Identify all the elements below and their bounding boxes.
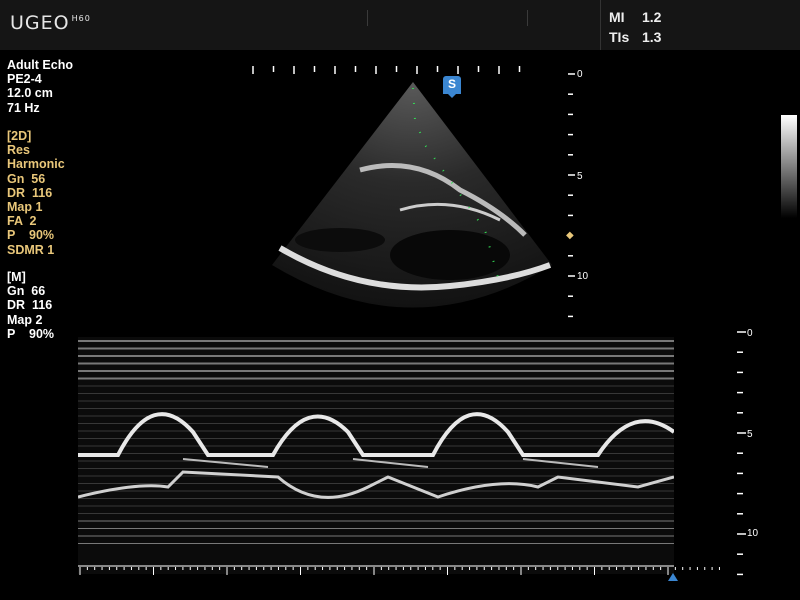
depth-label: 12.0 cm — [7, 86, 53, 101]
param-res: Res — [7, 143, 30, 158]
tis-readout: TIs 1.3 — [609, 29, 661, 45]
param-power-m: P 90% — [7, 326, 55, 341]
time-ruler — [79, 567, 720, 575]
param-map-m: Map 2 — [7, 312, 43, 327]
depth-scale-2d: 0 5 10 — [568, 69, 589, 318]
frame-rate-label: 71 Hz — [7, 100, 40, 115]
param-fa: FA 2 — [7, 214, 37, 229]
index-panel: MI 1.2 TIs 1.3 — [600, 0, 800, 50]
grey-map-bar — [781, 115, 797, 218]
chamber — [295, 228, 385, 252]
probe-label: PE2-4 — [7, 72, 42, 87]
m-depth-label-10: 10 — [747, 528, 759, 539]
steer-badge[interactable]: S — [443, 76, 461, 98]
divider — [527, 10, 528, 26]
mi-label: MI — [609, 9, 625, 25]
param-power-2d: P 90% — [7, 228, 55, 243]
depth-label-10: 10 — [577, 271, 589, 282]
brand-logo: UGEO H60 — [10, 12, 91, 34]
param-gain-2d: Gn 56 — [7, 171, 46, 186]
top-bar: UGEO H60 MI 1.2 TIs 1.3 — [0, 0, 800, 50]
sector-2d-image[interactable] — [250, 60, 580, 330]
param-map-2d: Map 1 — [7, 200, 43, 215]
mi-value: 1.2 — [642, 9, 662, 25]
m-depth-label-0: 0 — [747, 328, 753, 339]
depth-scale-m: 0 5 10 — [737, 328, 759, 576]
divider — [367, 10, 368, 26]
brand-model: H60 — [71, 14, 91, 23]
param-dr-2d: DR 116 — [7, 185, 53, 200]
param-dr-m: DR 116 — [7, 298, 53, 313]
m-depth-label-5: 5 — [747, 429, 753, 440]
param-harmonic: Harmonic — [7, 157, 65, 172]
param-gain-m: Gn 66 — [7, 284, 46, 299]
params-m: [M] Gn 66 DR 116 Map 2 P 90% — [7, 270, 54, 341]
lateral-ruler — [252, 66, 521, 74]
depth-label-0: 0 — [577, 69, 583, 80]
mode-2d-title: [2D] — [7, 129, 32, 143]
exam-info: Adult Echo PE2-4 12.0 cm 71 Hz — [7, 58, 73, 115]
depth-label-5: 5 — [577, 171, 583, 182]
brand-name: UGEO — [10, 12, 70, 34]
tis-label: TIs — [609, 29, 630, 45]
chamber — [390, 230, 510, 280]
params-2d: [2D] Res Harmonic Gn 56 DR 116 Map 1 FA … — [7, 129, 65, 257]
tis-value: 1.3 — [642, 29, 662, 45]
m-mode-trace[interactable] — [78, 337, 674, 574]
mi-readout: MI 1.2 — [609, 9, 661, 25]
param-sdmr: SDMR 1 — [7, 242, 55, 257]
timeline-cursor-icon[interactable] — [668, 573, 678, 581]
mode-m-title: [M] — [7, 270, 26, 284]
focus-marker-icon[interactable]: ◆ — [566, 230, 574, 241]
preset-label: Adult Echo — [7, 58, 73, 72]
